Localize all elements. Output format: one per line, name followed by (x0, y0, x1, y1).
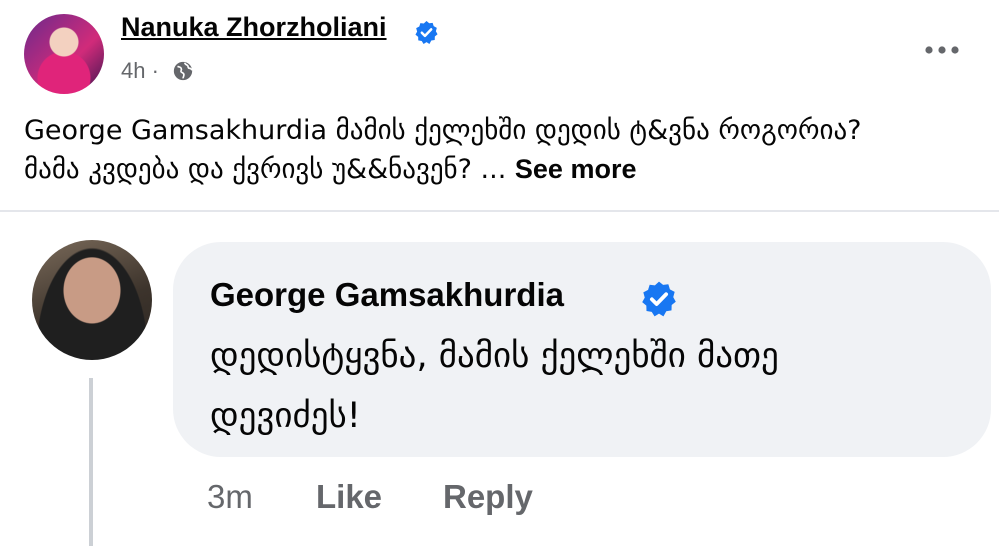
comment-text-line: დევიძეს! (210, 396, 361, 436)
divider (0, 210, 999, 212)
see-more-link[interactable]: See more (515, 154, 637, 184)
more-options-icon[interactable] (922, 38, 962, 62)
post-text-line: მამა კვდება და ქვრივს უ&&ნავენ? ... See … (24, 150, 984, 189)
post-timestamp[interactable]: 4h · (121, 58, 159, 84)
reply-button[interactable]: Reply (443, 478, 533, 516)
comment-timestamp[interactable]: 3m (207, 478, 253, 516)
author-name-link[interactable]: Nanuka Zhorzholiani (121, 12, 387, 43)
author-avatar[interactable] (24, 14, 104, 94)
post-text-line: George Gamsakhurdia მამის ქელეხში დედის … (24, 115, 862, 146)
globe-icon (173, 61, 193, 81)
post-text-line-2: მამა კვდება და ქვრივს უ&&ნავენ? ... (24, 154, 507, 185)
reply-thread-line (89, 378, 93, 546)
commenter-name-link[interactable]: George Gamsakhurdia (210, 276, 564, 314)
post-header: Nanuka Zhorzholiani 4h · (0, 0, 999, 100)
verified-badge-icon (415, 21, 438, 44)
comment-text-line: დედისტყვნა, მამის ქელეხში მათე (210, 336, 779, 376)
post-body: George Gamsakhurdia მამის ქელეხში დედის … (24, 112, 984, 189)
commenter-avatar[interactable] (32, 240, 152, 360)
verified-badge-icon (642, 281, 676, 317)
comment-text: დედისტყვნა, მამის ქელეხში მათე დევიძეს! (210, 326, 970, 446)
like-button[interactable]: Like (316, 478, 382, 516)
